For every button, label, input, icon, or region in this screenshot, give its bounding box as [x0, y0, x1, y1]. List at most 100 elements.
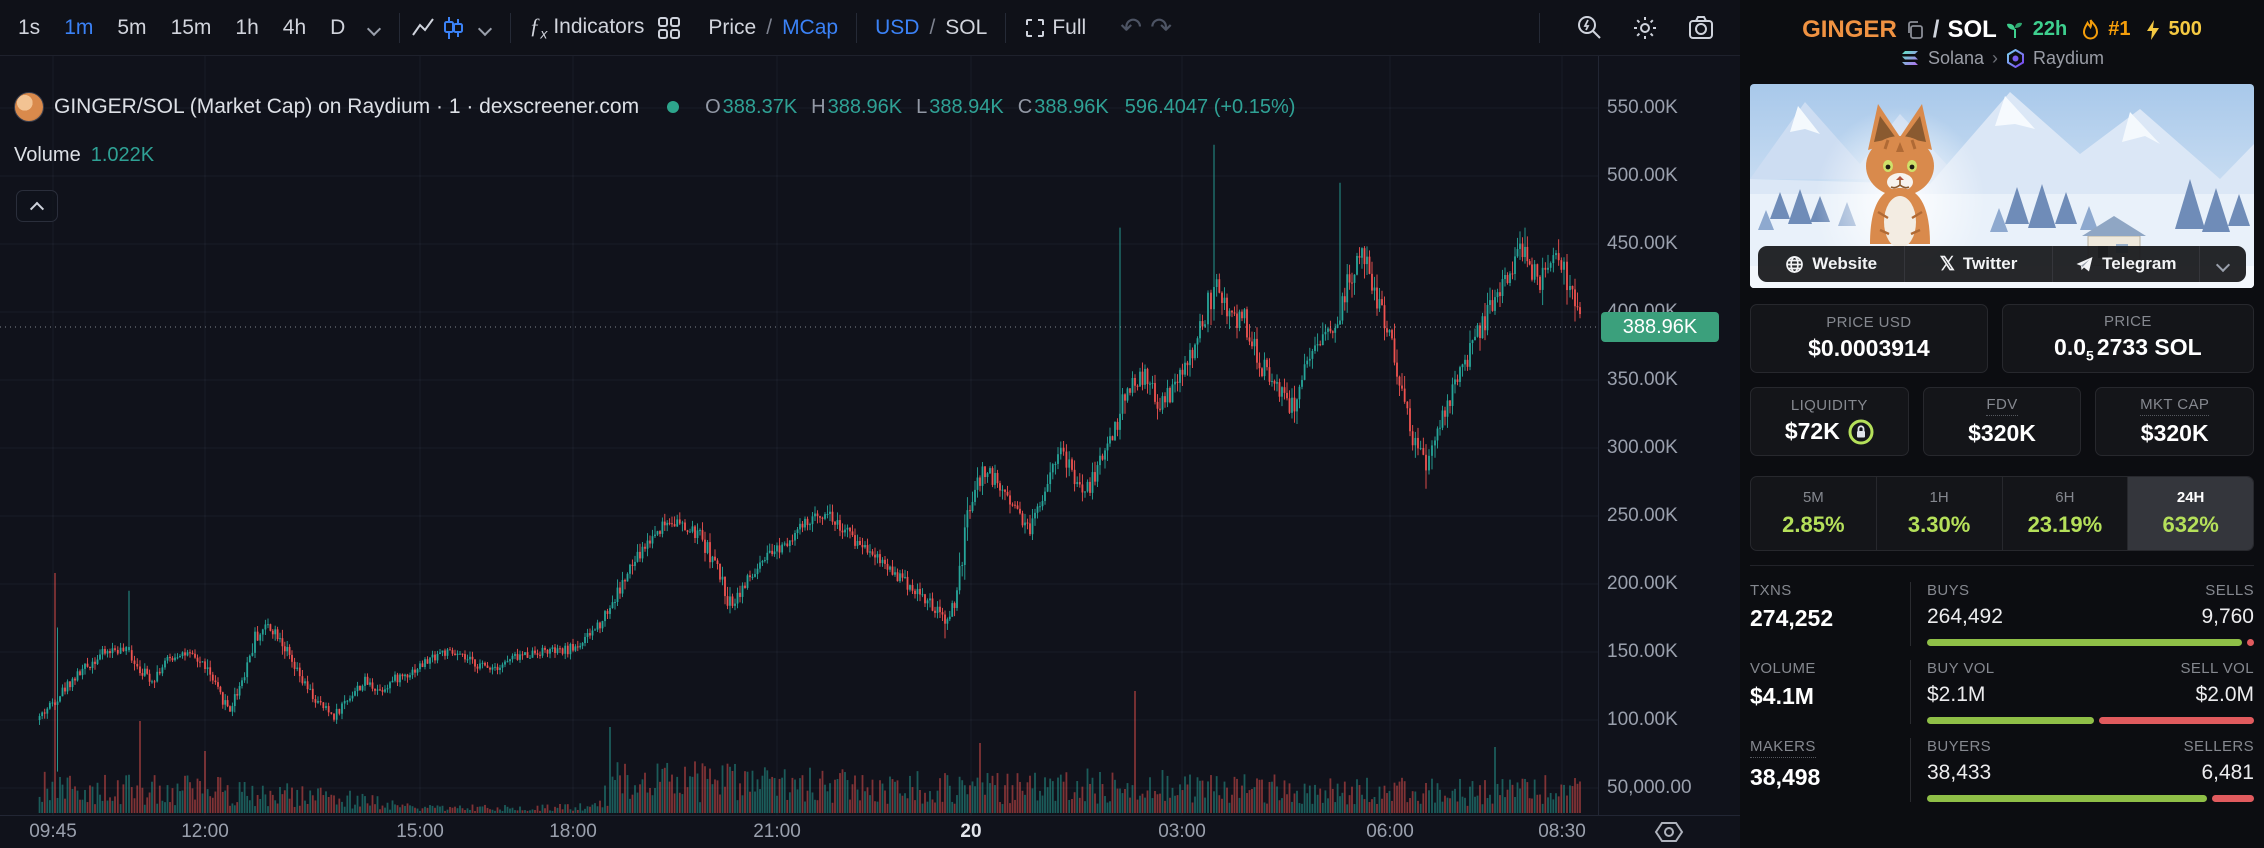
time-axis[interactable]: 09:45 12:00 15:00 18:00 21:00 20 03:00 06:00 08:… [0, 815, 1598, 848]
price-native-box: PRICE 0.05 2733 SOL [2001, 304, 2254, 373]
ohlc-item: H 388.96K [811, 95, 903, 118]
price-tick-label: 200.00K [1607, 573, 1678, 594]
globe-icon [1786, 255, 1804, 273]
chart-toolbar: 1s 1m 5m 15m 1h 4h D ƒx Indicators Price / MCa… [0, 0, 1740, 56]
price-axis[interactable]: 550.00K500.00K450.00K400.00K350.00K300.0… [1598, 56, 1740, 815]
timeframe-dropdown[interactable] [357, 15, 391, 41]
timeframe-1s[interactable]: 1s [6, 10, 52, 46]
fullscreen-button[interactable]: Full [1014, 10, 1096, 46]
chain-name[interactable]: Solana [1928, 48, 1984, 69]
telegram-button[interactable]: Telegram [2053, 246, 2200, 282]
price-usd-box: PRICE USD $0.0003914 [1750, 304, 1988, 373]
mcap-toggle-label: MCap [782, 15, 839, 39]
fullscreen-icon [1026, 18, 1045, 37]
chevron-down-icon [367, 21, 381, 35]
time-tick-label: 06:00 [1366, 821, 1414, 842]
quick-search-icon[interactable] [1574, 13, 1604, 43]
time-tick-label: 09:45 [29, 821, 77, 842]
time-tick-label: 12:00 [181, 821, 229, 842]
price-tick-label: 500.00K [1607, 165, 1678, 186]
timeframe-4h[interactable]: 4h [271, 10, 318, 46]
chart-canvas [0, 56, 1598, 815]
seedling-icon [2006, 22, 2022, 38]
base-token-symbol: GINGER [1802, 15, 1897, 43]
chevron-down-icon [478, 21, 492, 35]
boost-count: 500 [2168, 18, 2202, 40]
timeframe-1h[interactable]: 1h [223, 10, 270, 46]
chart-legend: GINGER/SOL (Market Cap) on Raydium · 1 ·… [14, 92, 1295, 122]
liquidity-box: LIQUIDITY $72K [1750, 386, 1909, 456]
locked-liquidity-icon[interactable] [1848, 419, 1874, 445]
indicators-button[interactable]: ƒx Indicators [519, 7, 654, 47]
usd-sol-toggle[interactable]: USD / SOL [865, 10, 997, 46]
price-mcap-toggle[interactable]: Price / MCap [698, 10, 848, 46]
chevron-up-icon [29, 201, 45, 216]
price-tick-label: 550.00K [1607, 97, 1678, 118]
fdv-box[interactable]: FDV $320K [1922, 386, 2082, 456]
scales-eye-icon[interactable] [1654, 820, 1684, 844]
collapse-legend-button[interactable] [16, 190, 58, 222]
redo-icon[interactable]: ↷ [1146, 12, 1176, 43]
dexscreener-chart-page: 1s 1m 5m 15m 1h 4h D ƒx Indicators Price / MCa… [0, 0, 2264, 848]
time-axis-corner [1598, 815, 1740, 848]
solana-chain-icon [1901, 51, 1918, 65]
ohlc-item: L 388.94K [916, 95, 1004, 118]
price-tick-label: 350.00K [1607, 369, 1678, 390]
change-tab-1h[interactable]: 1H 3.30% [1877, 476, 2003, 550]
settings-gear-icon[interactable] [1630, 13, 1660, 43]
token-sidebar: GINGER / SOL 22h #1 500 Solana › Raydium [1740, 0, 2264, 848]
timeframe-1m[interactable]: 1m [52, 10, 105, 46]
timeframe-5m[interactable]: 5m [105, 10, 158, 46]
price-tick-label: 450.00K [1607, 233, 1678, 254]
time-tick-label: 18:00 [549, 821, 597, 842]
undo-icon[interactable]: ↶ [1116, 12, 1146, 43]
social-links-bar: Website 𝕏 Twitter Telegram [1758, 246, 2246, 282]
timeframe-15m[interactable]: 15m [159, 10, 224, 46]
price-tick-label: 100.00K [1607, 709, 1678, 730]
current-price-badge: 388.96K [1601, 312, 1719, 342]
volume-legend: Volume 1.022K [14, 144, 155, 166]
copy-icon[interactable] [1905, 20, 1925, 40]
dex-name[interactable]: Raydium [2033, 48, 2104, 69]
candlestick-chart-type-icon[interactable] [438, 13, 468, 43]
price-tick-label: 250.00K [1607, 505, 1678, 526]
time-tick-label: 20 [960, 821, 982, 842]
chevron-down-icon [2216, 257, 2230, 271]
pair-avatar [14, 92, 44, 122]
ohlc-item: O 388.37K [705, 95, 798, 118]
fx-icon: ƒx [529, 13, 548, 42]
usd-toggle-label: USD [875, 15, 920, 39]
chart-title: GINGER/SOL (Market Cap) on Raydium · 1 ·… [54, 95, 640, 118]
twitter-button[interactable]: 𝕏 Twitter [1905, 246, 2053, 282]
candlestick-chart[interactable]: GINGER/SOL (Market Cap) on Raydium · 1 ·… [0, 56, 1598, 815]
price-toggle-label: Price [708, 15, 757, 39]
token-banner-image: Website 𝕏 Twitter Telegram [1750, 84, 2254, 288]
chart-type-dropdown[interactable] [468, 15, 502, 41]
price-change-tabs: 5M 2.85% 1H 3.30% 6H 23.19% 24H 632% [1750, 475, 2254, 551]
token-header: GINGER / SOL 22h #1 500 Solana › Raydium [1802, 15, 2202, 69]
ohlc-item: C 388.96K [1017, 95, 1109, 118]
timeframe-group: 1s 1m 5m 15m 1h 4h D [6, 10, 357, 46]
raydium-dex-icon [2007, 48, 2025, 68]
price-tick-label: 300.00K [1607, 437, 1678, 458]
line-chart-type-icon[interactable] [408, 13, 438, 43]
website-button[interactable]: Website [1758, 246, 1906, 282]
telegram-icon [2076, 256, 2093, 271]
mktcap-value: $320K [2140, 419, 2209, 446]
change-tab-24h[interactable]: 24H 632% [2128, 476, 2253, 550]
x-twitter-icon: 𝕏 [1939, 253, 1955, 275]
liquidity-value: $72K [1784, 418, 1840, 445]
timeframe-D[interactable]: D [318, 10, 357, 46]
change-tab-5m[interactable]: 5M 2.85% [1751, 476, 1877, 550]
mktcap-box[interactable]: MKT CAP $320K [2095, 386, 2255, 456]
price-usd-value: $0.0003914 [1808, 335, 1930, 362]
pair-age: 22h [2032, 18, 2068, 40]
stat-row-txns: TXNS 274,252 BUYS SELLS 264,492 9,760 [1750, 572, 2254, 650]
sol-toggle-label: SOL [945, 15, 988, 39]
ohlc-item: 596.4047 (+0.15%) [1124, 95, 1296, 118]
screenshot-camera-icon[interactable] [1686, 13, 1716, 43]
pair-stats: TXNS 274,252 BUYS SELLS 264,492 9,760 VOLUME $4… [1750, 564, 2254, 806]
layout-grid-icon[interactable] [654, 13, 684, 43]
change-tab-6h[interactable]: 6H 23.19% [2003, 476, 2129, 550]
more-links-button[interactable] [2200, 246, 2246, 282]
